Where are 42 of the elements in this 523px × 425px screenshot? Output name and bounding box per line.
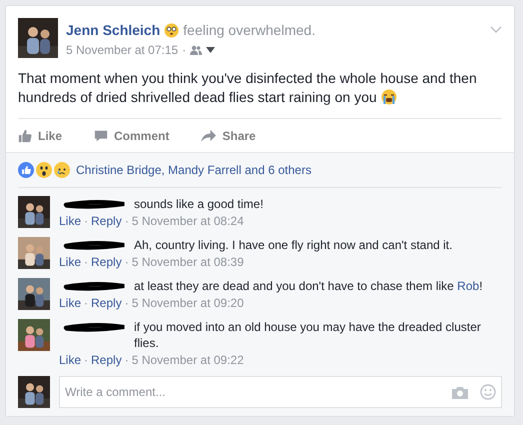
wow-reaction-icon: [36, 162, 52, 178]
separator-dot: ·: [124, 255, 129, 270]
comment-button[interactable]: Comment: [94, 126, 170, 144]
reply-link[interactable]: Reply: [91, 296, 122, 311]
comment-like-link[interactable]: Like: [59, 353, 82, 368]
separator-dot: ·: [124, 296, 129, 311]
caret-icon[interactable]: [206, 47, 216, 53]
reply-link[interactable]: Reply: [91, 353, 122, 368]
mention-link[interactable]: Rob: [457, 279, 480, 293]
friends-icon: [190, 45, 202, 55]
author-name[interactable]: Jenn Schleich: [66, 22, 160, 38]
post-text: That moment when you think you've disinfected the whole house and then hundreds of dried shrivelled dead flies start raining on you: [17, 69, 478, 107]
comment-text: sounds like a good time!: [134, 196, 264, 212]
separator-dot: ·: [124, 353, 129, 368]
flushed-face-icon: [164, 22, 180, 38]
speech-bubble-icon: [94, 128, 108, 142]
separator-dot: ·: [124, 214, 129, 229]
separator-dot: ·: [84, 296, 88, 311]
separator-dot: ·: [182, 42, 186, 59]
comment-like-link[interactable]: Like: [59, 214, 82, 229]
reply-link[interactable]: Reply: [91, 255, 122, 270]
thumbs-up-icon: [18, 128, 32, 142]
comment-like-link[interactable]: Like: [59, 296, 82, 311]
reply-link[interactable]: Reply: [91, 214, 122, 229]
smiley-icon[interactable]: [480, 384, 496, 400]
crying-face-icon: [380, 89, 397, 105]
separator-dot: ·: [84, 353, 88, 368]
comment-text: if you moved into an old house you may have the dreaded cluster flies.: [134, 319, 482, 351]
share-button[interactable]: Share: [201, 126, 256, 144]
reaction-summary[interactable]: Christine Bridge, Mandy Farrell and 6 others: [76, 161, 312, 179]
sad-reaction-icon: [54, 162, 70, 178]
like-reaction-icon: [18, 162, 34, 178]
comment-text: at least they are dead and you don't have to chase them like Rob!: [134, 278, 483, 294]
chevron-down-icon[interactable]: [490, 26, 502, 34]
comment-input-field[interactable]: Write a comment...: [59, 376, 502, 408]
like-button[interactable]: Like: [18, 126, 62, 144]
feeling-status: feeling overwhelmed.: [183, 22, 316, 38]
share-arrow-icon: [201, 128, 216, 142]
separator-dot: ·: [84, 214, 88, 229]
comment-like-link[interactable]: Like: [59, 255, 82, 270]
separator-dot: ·: [84, 255, 88, 270]
comment-text: Ah, country living. I have one fly right now and can't stand it.: [134, 237, 452, 253]
